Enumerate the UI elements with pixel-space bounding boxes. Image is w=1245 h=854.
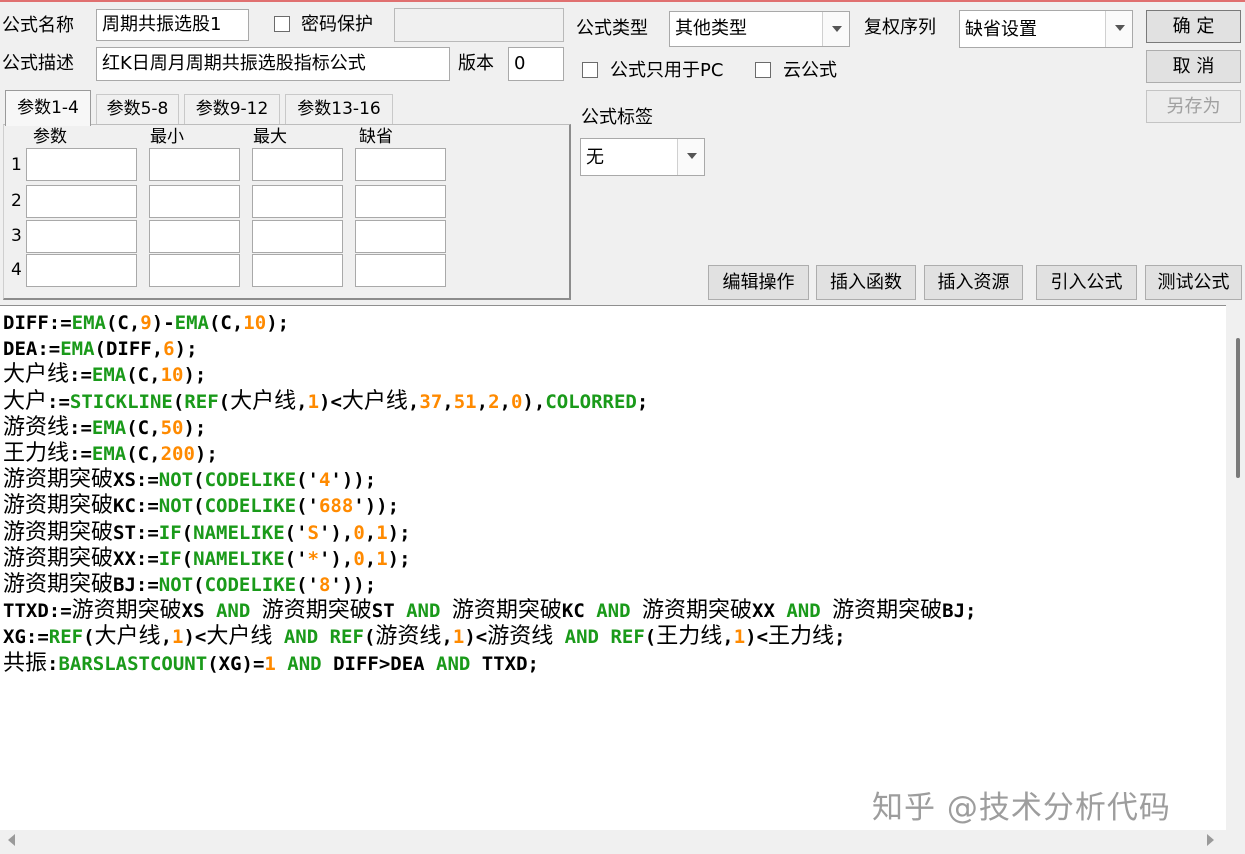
- param-default-input[interactable]: [355, 254, 446, 287]
- code-line: 游资期突破ST:=IF(NAMELIKE('S'),0,1);: [3, 519, 411, 545]
- param-default-input[interactable]: [355, 148, 446, 181]
- param-max-input[interactable]: [252, 148, 343, 181]
- param-name-input[interactable]: [26, 185, 137, 218]
- cloud-formula-label: 云公式: [783, 60, 837, 81]
- chevron-down-icon[interactable]: [1105, 11, 1132, 47]
- param-default-input[interactable]: [355, 220, 446, 253]
- param-default-input[interactable]: [355, 185, 446, 218]
- window-top-border: [0, 0, 1245, 2]
- formula-name-input[interactable]: 周期共振选股1: [96, 9, 249, 41]
- import-formula-button[interactable]: 引入公式: [1036, 265, 1137, 300]
- param-name-input[interactable]: [26, 220, 137, 253]
- vertical-scrollbar-thumb[interactable]: [1236, 338, 1240, 478]
- code-line: 游资线:=EMA(C,50);: [3, 414, 207, 440]
- password-protect-checkbox[interactable]: [274, 16, 290, 32]
- col-header-max: 最大: [253, 127, 287, 147]
- col-header-default: 缺省: [359, 127, 393, 147]
- formula-tag-select[interactable]: 无: [580, 138, 705, 176]
- watermark: 知乎 @技术分析代码: [872, 790, 1171, 826]
- adjust-series-label: 复权序列: [864, 17, 936, 38]
- pc-only-checkbox[interactable]: [582, 62, 598, 78]
- code-line: XG:=REF(大户线,1)<大户线 AND REF(游资线,1)<游资线 AN…: [3, 624, 846, 650]
- param-min-input[interactable]: [149, 185, 240, 218]
- param-max-input[interactable]: [252, 185, 343, 218]
- cancel-button[interactable]: 取 消: [1146, 50, 1241, 83]
- insert-function-button[interactable]: 插入函数: [816, 265, 916, 300]
- formula-type-select[interactable]: 其他类型: [669, 11, 850, 47]
- code-line: 王力线:=EMA(C,200);: [3, 441, 218, 467]
- param-max-input[interactable]: [252, 220, 343, 253]
- version-label: 版本: [458, 53, 494, 74]
- param-min-input[interactable]: [149, 254, 240, 287]
- password-protect-label: 密码保护: [301, 14, 373, 35]
- code-line: 大户:=STICKLINE(REF(大户线,1)<大户线,37,51,2,0),…: [3, 388, 649, 414]
- param-row-number: 4: [11, 260, 22, 280]
- chevron-down-icon[interactable]: [677, 139, 704, 175]
- chevron-down-icon[interactable]: [822, 12, 849, 46]
- adjust-series-value: 缺省设置: [965, 19, 1037, 40]
- code-text[interactable]: DIFF:=EMA(C,9)-EMA(C,10); DEA:=EMA(DIFF,6…: [3, 310, 976, 677]
- formula-name-label: 公式名称: [2, 15, 74, 36]
- save-as-button[interactable]: 另存为: [1146, 90, 1241, 123]
- code-line: TTXD:=游资期突破XS AND 游资期突破ST AND 游资期突破KC AN…: [3, 598, 977, 624]
- tab-params-5-8[interactable]: 参数5-8: [96, 94, 179, 124]
- param-name-input[interactable]: [26, 254, 137, 287]
- code-line: 游资期突破XX:=IF(NAMELIKE('*'),0,1);: [3, 545, 411, 571]
- cloud-formula-checkbox[interactable]: [755, 62, 771, 78]
- col-header-param: 参数: [33, 127, 67, 147]
- test-formula-button[interactable]: 测试公式: [1145, 265, 1242, 300]
- param-name-input[interactable]: [26, 148, 137, 181]
- formula-tag-value: 无: [586, 147, 604, 168]
- horizontal-scrollbar[interactable]: [0, 830, 1245, 854]
- scroll-left-icon[interactable]: [8, 834, 15, 846]
- password-input[interactable]: [394, 8, 564, 42]
- insert-resource-button[interactable]: 插入资源: [924, 265, 1023, 300]
- param-min-input[interactable]: [149, 148, 240, 181]
- code-line: 游资期突破BJ:=NOT(CODELIKE('8'));: [3, 572, 377, 598]
- tab-params-1-4[interactable]: 参数1-4: [5, 90, 91, 126]
- code-line: 共振:BARSLASTCOUNT(XG)=1 AND DIFF>DEA AND …: [3, 650, 539, 676]
- pc-only-label: 公式只用于PC: [610, 60, 724, 81]
- formula-type-label: 公式类型: [576, 18, 648, 39]
- code-line: DEA:=EMA(DIFF,6);: [3, 338, 198, 361]
- param-row-number: 1: [11, 155, 22, 175]
- code-line: 游资期突破XS:=NOT(CODELIKE('4'));: [3, 467, 377, 493]
- col-header-min: 最小: [150, 127, 184, 147]
- param-min-input[interactable]: [149, 220, 240, 253]
- param-row-number: 2: [11, 191, 22, 211]
- version-input[interactable]: 0: [508, 47, 564, 81]
- param-max-input[interactable]: [252, 254, 343, 287]
- scroll-right-icon[interactable]: [1207, 834, 1214, 846]
- code-line: DIFF:=EMA(C,9)-EMA(C,10);: [3, 312, 290, 334]
- formula-tag-label: 公式标签: [581, 107, 653, 128]
- code-line: 游资期突破KC:=NOT(CODELIKE('688'));: [3, 493, 400, 519]
- tab-params-9-12[interactable]: 参数9-12: [184, 94, 280, 124]
- param-row-number: 3: [11, 226, 22, 246]
- adjust-series-select[interactable]: 缺省设置: [959, 10, 1133, 48]
- edit-operations-button[interactable]: 编辑操作: [708, 265, 809, 300]
- formula-desc-input[interactable]: 红K日周月周期共振选股指标公式: [96, 47, 450, 81]
- formula-type-value: 其他类型: [675, 18, 747, 39]
- code-line: 大户线:=EMA(C,10);: [3, 362, 207, 388]
- ok-button[interactable]: 确 定: [1146, 10, 1241, 43]
- code-editor[interactable]: DIFF:=EMA(C,9)-EMA(C,10); DEA:=EMA(DIFF,6…: [0, 305, 1226, 830]
- tab-params-13-16[interactable]: 参数13-16: [285, 94, 393, 124]
- formula-desc-label: 公式描述: [2, 53, 74, 74]
